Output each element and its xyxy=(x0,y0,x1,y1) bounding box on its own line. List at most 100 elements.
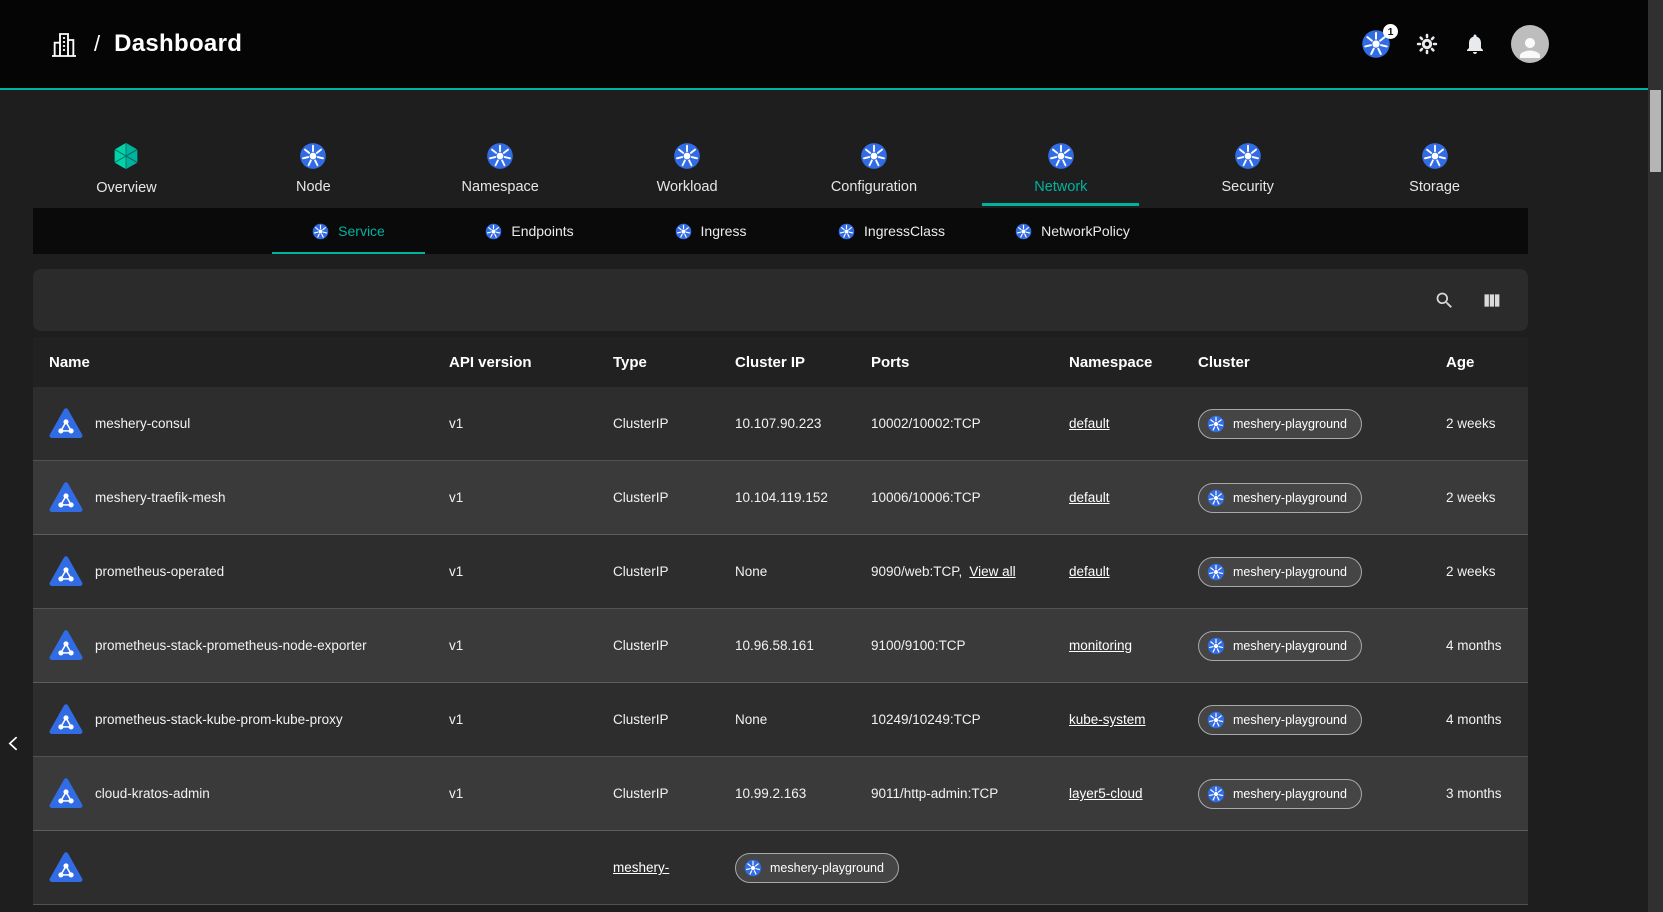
ports: 9011/http-admin:TCP xyxy=(871,786,998,801)
tab-storage[interactable]: Storage xyxy=(1341,130,1528,206)
namespace-link[interactable]: default xyxy=(1069,490,1110,505)
cluster-chip[interactable]: meshery-playground xyxy=(1198,483,1362,513)
cluster-chip[interactable]: meshery-playground xyxy=(1198,557,1362,587)
service-name: meshery-traefik-mesh xyxy=(95,490,226,505)
collapse-drawer-button[interactable] xyxy=(0,730,26,760)
kubernetes-icon xyxy=(1015,223,1032,240)
service-icon xyxy=(48,480,84,516)
table-row[interactable]: prometheus-operated v1 ClusterIP None 90… xyxy=(33,535,1528,609)
cluster-chip[interactable]: meshery-playground xyxy=(1198,631,1362,661)
notifications-bell-icon[interactable] xyxy=(1463,32,1487,56)
tab-network[interactable]: Network xyxy=(967,130,1154,206)
column-header-type[interactable]: Type xyxy=(597,354,719,371)
kubernetes-icon xyxy=(486,142,514,170)
tab-overview[interactable]: Overview xyxy=(33,130,220,206)
kubernetes-icon xyxy=(1234,142,1262,170)
subtab-networkpolicy[interactable]: NetworkPolicy xyxy=(982,208,1163,254)
cluster-ip: 10.99.2.163 xyxy=(719,786,855,801)
search-icon[interactable] xyxy=(1434,290,1455,311)
kubernetes-icon xyxy=(673,142,701,170)
subtab-ingress[interactable]: Ingress xyxy=(620,208,801,254)
kubernetes-icon xyxy=(860,142,888,170)
service-icon xyxy=(48,850,84,886)
tab-namespace[interactable]: Namespace xyxy=(407,130,594,206)
cluster-ip: 10.104.119.152 xyxy=(719,490,855,505)
service-type: ClusterIP xyxy=(597,490,719,505)
column-header-name[interactable]: Name xyxy=(33,354,433,371)
service-icon xyxy=(48,554,84,590)
kubernetes-icon xyxy=(312,223,329,240)
table-row[interactable]: meshery-traefik-mesh v1 ClusterIP 10.104… xyxy=(33,461,1528,535)
kubernetes-context-button[interactable]: 1 xyxy=(1361,29,1391,59)
kubernetes-icon xyxy=(485,223,502,240)
tab-security[interactable]: Security xyxy=(1154,130,1341,206)
organization-building-icon[interactable] xyxy=(48,28,80,60)
resource-category-tabs: Overview Node Namespace Workload Configu… xyxy=(33,130,1528,206)
tab-node[interactable]: Node xyxy=(220,130,407,206)
cluster-chip[interactable]: meshery-playground xyxy=(735,853,899,883)
namespace-link[interactable]: meshery- xyxy=(613,860,669,875)
service-icon xyxy=(48,776,84,812)
kubernetes-icon xyxy=(1047,142,1075,170)
table-row[interactable]: cloud-kratos-admin v1 ClusterIP 10.99.2.… xyxy=(33,757,1528,831)
scrollbar-thumb[interactable] xyxy=(1650,90,1661,172)
kubernetes-icon xyxy=(675,223,692,240)
table-row[interactable]: meshery-consul v1 ClusterIP 10.107.90.22… xyxy=(33,387,1528,461)
service-name: cloud-kratos-admin xyxy=(95,786,210,801)
api-version: v1 xyxy=(433,564,597,579)
tab-configuration[interactable]: Configuration xyxy=(781,130,968,206)
table-row[interactable]: prometheus-stack-kube-prom-kube-proxy v1… xyxy=(33,683,1528,757)
table-header: Name API version Type Cluster IP Ports N… xyxy=(33,337,1528,387)
service-name: prometheus-operated xyxy=(95,564,224,579)
network-subtabs: Service Endpoints Ingress IngressClass N… xyxy=(33,208,1528,254)
namespace-link[interactable]: default xyxy=(1069,564,1110,579)
namespace-link[interactable]: default xyxy=(1069,416,1110,431)
subtab-service[interactable]: Service xyxy=(258,208,439,254)
table-body: meshery-consul v1 ClusterIP 10.107.90.22… xyxy=(33,387,1528,905)
cluster-ip: 10.107.90.223 xyxy=(719,416,855,431)
column-header-ports[interactable]: Ports xyxy=(855,354,1053,371)
service-icon xyxy=(48,702,84,738)
cluster-chip[interactable]: meshery-playground xyxy=(1198,779,1362,809)
view-columns-icon[interactable] xyxy=(1481,290,1502,311)
kubernetes-icon xyxy=(838,223,855,240)
kubernetes-icon xyxy=(744,859,762,877)
chevron-left-icon xyxy=(5,735,22,752)
user-avatar[interactable] xyxy=(1511,25,1549,63)
subtab-endpoints[interactable]: Endpoints xyxy=(439,208,620,254)
column-header-namespace[interactable]: Namespace xyxy=(1053,354,1182,371)
service-type: ClusterIP xyxy=(597,638,719,653)
namespace-link[interactable]: monitoring xyxy=(1069,638,1132,653)
service-name: prometheus-stack-kube-prom-kube-proxy xyxy=(95,712,343,727)
cluster-chip[interactable]: meshery-playground xyxy=(1198,409,1362,439)
column-header-age[interactable]: Age xyxy=(1430,354,1528,371)
tab-workload[interactable]: Workload xyxy=(594,130,781,206)
service-name: prometheus-stack-prometheus-node-exporte… xyxy=(95,638,367,653)
cluster-name: meshery-playground xyxy=(1233,639,1347,653)
namespace-link[interactable]: kube-system xyxy=(1069,712,1146,727)
service-name: meshery-consul xyxy=(95,416,190,431)
ports: 9090/web:TCP, xyxy=(871,564,962,579)
column-header-cluster[interactable]: Cluster xyxy=(1182,354,1430,371)
table-row[interactable]: prometheus-stack-prometheus-node-exporte… xyxy=(33,609,1528,683)
view-all-link[interactable]: View all xyxy=(969,564,1015,579)
top-app-bar: / Dashboard 1 xyxy=(0,0,1663,88)
service-icon xyxy=(48,628,84,664)
service-type: ClusterIP xyxy=(597,416,719,431)
settings-gear-icon[interactable] xyxy=(1415,32,1439,56)
page-title: Dashboard xyxy=(114,30,242,58)
cluster-name: meshery-playground xyxy=(1233,491,1347,505)
cluster-chip[interactable]: meshery-playground xyxy=(1198,705,1362,735)
api-version: v1 xyxy=(433,712,597,727)
namespace-link[interactable]: layer5-cloud xyxy=(1069,786,1143,801)
cluster-name: meshery-playground xyxy=(1233,565,1347,579)
kubernetes-icon xyxy=(1207,415,1225,433)
column-header-cluster-ip[interactable]: Cluster IP xyxy=(719,354,855,371)
kubernetes-icon xyxy=(1207,711,1225,729)
cluster-name: meshery-playground xyxy=(1233,417,1347,431)
subtab-ingressclass[interactable]: IngressClass xyxy=(801,208,982,254)
table-row[interactable]: meshery- meshery-playground xyxy=(33,831,1528,905)
column-header-api-version[interactable]: API version xyxy=(433,354,597,371)
ports: 10249/10249:TCP xyxy=(871,712,981,727)
vertical-scrollbar[interactable] xyxy=(1648,0,1663,912)
